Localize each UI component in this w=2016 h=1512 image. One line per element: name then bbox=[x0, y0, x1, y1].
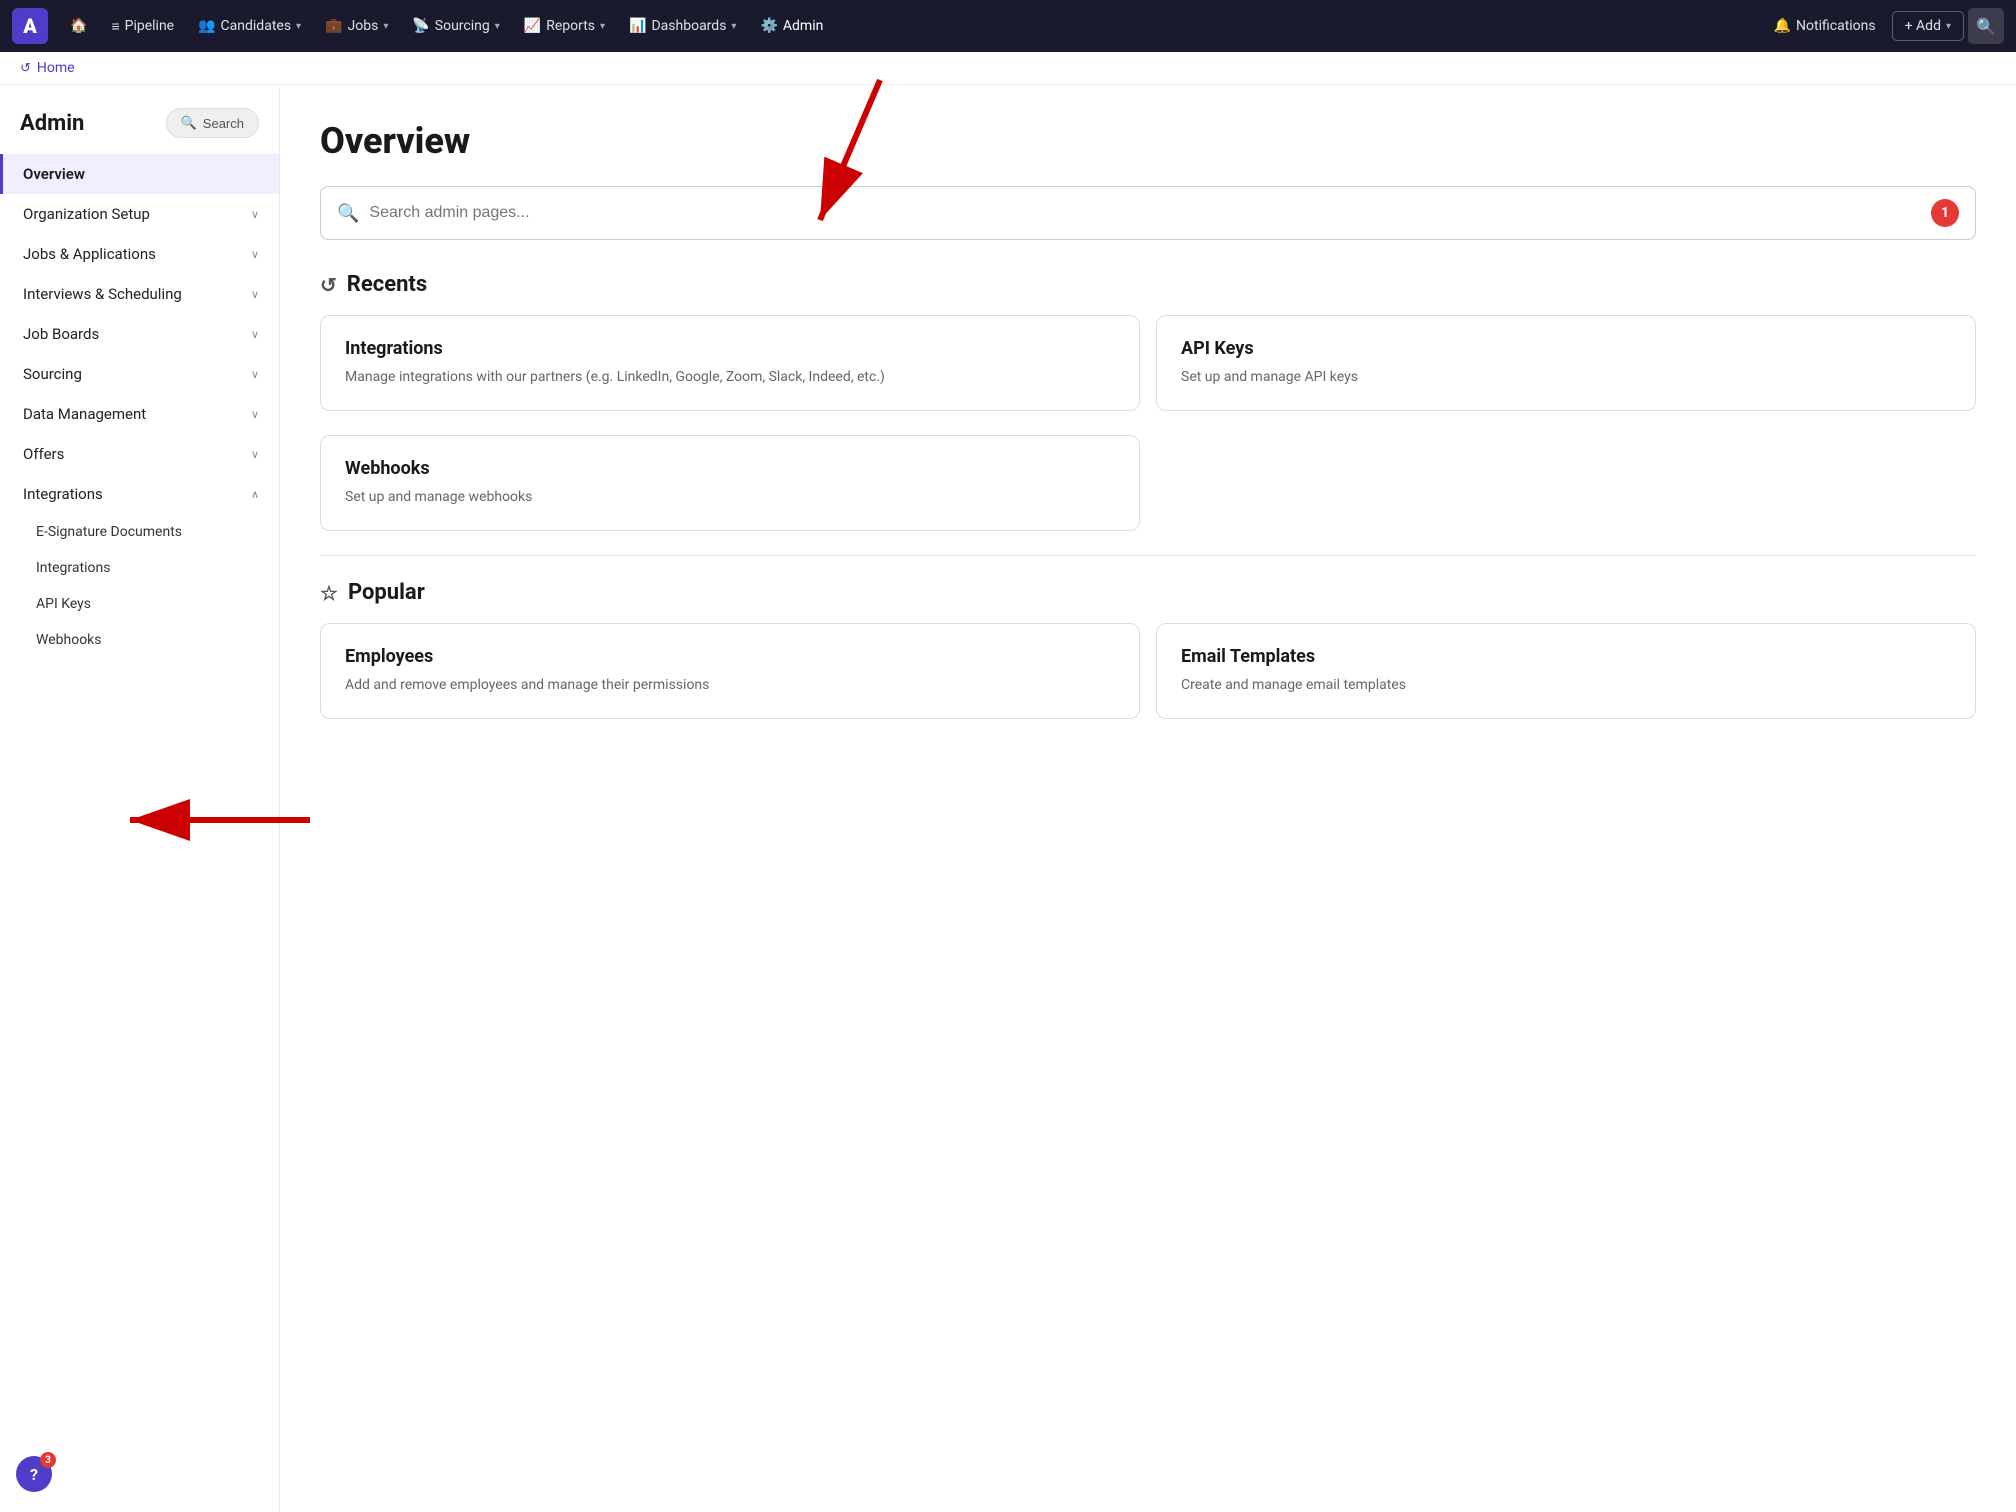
chevron-down-icon: ∨ bbox=[251, 448, 259, 461]
search-icon: 🔍 bbox=[1976, 17, 1996, 36]
nav-candidates[interactable]: 👥 Candidates ▾ bbox=[188, 12, 311, 40]
section-divider bbox=[320, 555, 1976, 556]
chevron-down-icon: ∨ bbox=[251, 368, 259, 381]
help-badge: 3 bbox=[40, 1452, 56, 1468]
chevron-down-icon: ∨ bbox=[251, 408, 259, 421]
chevron-down-icon: ∨ bbox=[251, 208, 259, 221]
sidebar-sub-webhooks[interactable]: Webhooks bbox=[0, 622, 279, 658]
reports-icon: 📈 bbox=[524, 18, 541, 34]
sidebar-sub-e-signature[interactable]: E-Signature Documents bbox=[0, 514, 279, 550]
chevron-down-icon: ▾ bbox=[296, 21, 301, 32]
star-icon: ☆ bbox=[320, 581, 338, 605]
page-title: Overview bbox=[320, 120, 1976, 162]
home-icon: 🏠 bbox=[70, 18, 87, 34]
logo[interactable]: A bbox=[12, 8, 48, 44]
history-icon: ↺ bbox=[320, 273, 337, 297]
chevron-down-icon: ∨ bbox=[251, 248, 259, 261]
sidebar: Admin 🔍 Search Overview Organization Set… bbox=[0, 88, 280, 1512]
chevron-down-icon: ∨ bbox=[251, 328, 259, 341]
sidebar-header: Admin 🔍 Search bbox=[0, 108, 279, 154]
card-integrations[interactable]: Integrations Manage integrations with ou… bbox=[320, 315, 1140, 411]
sidebar-sub-api-keys[interactable]: API Keys 2 bbox=[0, 586, 279, 622]
nav-pipeline[interactable]: ≡ Pipeline bbox=[101, 12, 184, 41]
nav-add[interactable]: + Add ▾ bbox=[1892, 11, 1964, 41]
card-api-keys[interactable]: API Keys Set up and manage API keys bbox=[1156, 315, 1976, 411]
card-employees[interactable]: Employees Add and remove employees and m… bbox=[320, 623, 1140, 719]
sidebar-item-overview[interactable]: Overview bbox=[0, 154, 279, 194]
nav-notifications[interactable]: 🔔 Notifications bbox=[1762, 12, 1888, 40]
sidebar-item-integrations[interactable]: Integrations ∧ bbox=[0, 474, 279, 514]
nav-jobs[interactable]: 💼 Jobs ▾ bbox=[315, 12, 398, 40]
popular-cards-grid: Employees Add and remove employees and m… bbox=[320, 623, 1976, 719]
search-icon: 🔍 bbox=[181, 115, 197, 131]
nav-admin[interactable]: ⚙️ Admin bbox=[750, 12, 833, 40]
top-navigation: A 🏠 ≡ Pipeline 👥 Candidates ▾ 💼 Jobs ▾ 📡… bbox=[0, 0, 2016, 52]
breadcrumb-home[interactable]: Home bbox=[37, 60, 75, 76]
chevron-down-icon: ▾ bbox=[383, 21, 388, 32]
chevron-down-icon: ▾ bbox=[731, 21, 736, 32]
admin-icon: ⚙️ bbox=[760, 18, 777, 34]
callout-badge-1: 1 bbox=[1931, 199, 1959, 227]
candidates-icon: 👥 bbox=[198, 18, 215, 34]
pipeline-icon: ≡ bbox=[111, 18, 119, 35]
sidebar-search-button[interactable]: 🔍 Search bbox=[166, 108, 259, 138]
admin-search-bar[interactable]: 🔍 1 bbox=[320, 186, 1976, 240]
card-email-templates[interactable]: Email Templates Create and manage email … bbox=[1156, 623, 1976, 719]
search-icon: 🔍 bbox=[337, 203, 359, 224]
sourcing-icon: 📡 bbox=[412, 18, 429, 34]
sidebar-title: Admin bbox=[20, 111, 84, 136]
chevron-down-icon: ∨ bbox=[251, 288, 259, 301]
page-layout: Admin 🔍 Search Overview Organization Set… bbox=[0, 88, 2016, 1512]
main-content: Overview 🔍 1 ↺ Recents Integrations Mana… bbox=[280, 88, 2016, 1512]
bell-icon: 🔔 bbox=[1774, 18, 1791, 34]
chevron-up-icon: ∧ bbox=[251, 488, 259, 501]
sidebar-item-jobs-apps[interactable]: Jobs & Applications ∨ bbox=[0, 234, 279, 274]
nav-sourcing[interactable]: 📡 Sourcing ▾ bbox=[402, 12, 509, 40]
popular-section-header: ☆ Popular bbox=[320, 580, 1976, 605]
sidebar-item-sourcing[interactable]: Sourcing ∨ bbox=[0, 354, 279, 394]
jobs-icon: 💼 bbox=[325, 18, 342, 34]
breadcrumb: ↺ Home bbox=[0, 52, 2016, 85]
dashboards-icon: 📊 bbox=[629, 18, 646, 34]
sidebar-sub-integrations[interactable]: Integrations bbox=[0, 550, 279, 586]
admin-search-input[interactable] bbox=[369, 204, 1921, 222]
history-icon: ↺ bbox=[20, 61, 31, 76]
sidebar-item-interviews[interactable]: Interviews & Scheduling ∨ bbox=[0, 274, 279, 314]
sidebar-item-offers[interactable]: Offers ∨ bbox=[0, 434, 279, 474]
card-webhooks[interactable]: Webhooks Set up and manage webhooks bbox=[320, 435, 1140, 531]
chevron-down-icon: ▾ bbox=[600, 21, 605, 32]
nav-reports[interactable]: 📈 Reports ▾ bbox=[514, 12, 615, 40]
sidebar-item-org-setup[interactable]: Organization Setup ∨ bbox=[0, 194, 279, 234]
recents-section-header: ↺ Recents bbox=[320, 272, 1976, 297]
recent-cards-grid: Integrations Manage integrations with ou… bbox=[320, 315, 1976, 411]
nav-search-button[interactable]: 🔍 bbox=[1968, 8, 2004, 44]
chevron-down-icon: ▾ bbox=[495, 21, 500, 32]
nav-dashboards[interactable]: 📊 Dashboards ▾ bbox=[619, 12, 746, 40]
chevron-down-icon: ▾ bbox=[1946, 21, 1951, 32]
sidebar-item-data-mgmt[interactable]: Data Management ∨ bbox=[0, 394, 279, 434]
sidebar-item-job-boards[interactable]: Job Boards ∨ bbox=[0, 314, 279, 354]
nav-home[interactable]: 🏠 bbox=[60, 12, 97, 40]
